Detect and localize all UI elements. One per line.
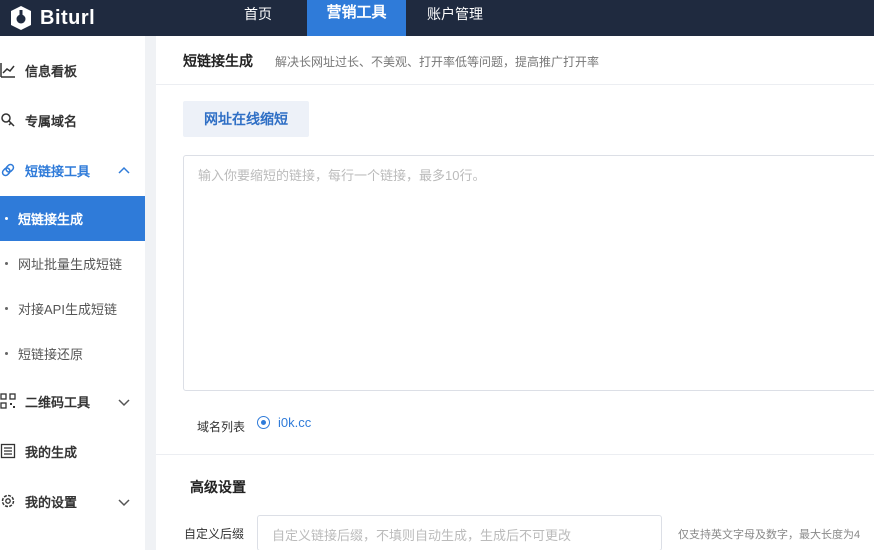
logo-icon [11,6,31,30]
sidebar: 信息看板 专属域名 短链接工具 短链接生成 网址批量生成短链 对接API生成短链… [0,36,145,550]
advanced-settings-title: 高级设置 [190,479,246,495]
sidebar-group-shortlink-tools[interactable]: 短链接工具 [0,148,145,193]
brand-logo[interactable]: Biturl [8,2,95,34]
page-header: 短链接生成 解决长网址过长、不美观、打开率低等问题，提高推广打开率 [156,36,874,85]
sidebar-item-label: 信息看板 [25,64,78,79]
page-title: 短链接生成 [183,53,253,69]
chevron-down-icon[interactable] [117,395,131,409]
bullet-icon [5,352,8,355]
nav-marketing-tools[interactable]: 营销工具 [307,0,406,37]
sidebar-subitem-batch[interactable]: 网址批量生成短链 [0,241,145,286]
link-icon [1,163,15,177]
bullet-icon [5,262,8,265]
domain-option-label[interactable]: i0k.cc [278,415,311,430]
sidebar-item-label: 我的设置 [25,495,78,510]
main-panel: 短链接生成 解决长网址过长、不美观、打开率低等问题，提高推广打开率 网址在线缩短… [156,36,874,550]
nav-account-management[interactable]: 账户管理 [414,0,496,36]
domain-radio[interactable] [257,416,270,429]
list-icon [0,443,16,459]
qrcode-icon [0,393,16,409]
sidebar-item-dashboard[interactable]: 信息看板 [0,48,145,93]
sidebar-subitem-generate[interactable]: 短链接生成 [0,196,145,241]
page-description: 解决长网址过长、不美观、打开率低等问题，提高推广打开率 [275,55,600,69]
sidebar-item-my-generated[interactable]: 我的生成 [0,429,145,474]
bullet-icon [5,217,8,220]
domain-list-label: 域名列表 [197,420,246,434]
sidebar-group-qrcode-tools[interactable]: 二维码工具 [0,379,145,424]
custom-suffix-label: 自定义后缀 [184,527,245,541]
chevron-down-icon[interactable] [117,495,131,509]
key-icon [1,113,15,127]
url-input[interactable]: 输入你要缩短的链接，每行一个链接，最多10行。 [183,155,874,391]
sidebar-subitem-label: 对接API生成短链 [18,302,117,317]
sidebar-subitem-label: 网址批量生成短链 [18,257,123,272]
custom-suffix-hint: 仅支持英文字母及数字，最大长度为4 [678,529,861,541]
sidebar-item-label: 我的生成 [25,445,78,460]
gear-icon [1,494,15,508]
custom-suffix-input[interactable]: 自定义链接后缀，不填则自动生成，生成后不可更改 [257,515,662,550]
sidebar-subitem-label: 短链接还原 [18,347,84,362]
sidebar-item-label: 短链接工具 [25,164,91,179]
chart-icon [0,63,15,78]
chevron-up-icon[interactable] [117,164,131,178]
nav-home[interactable]: 首页 [226,0,290,36]
tab-online-shorten[interactable]: 网址在线缩短 [183,101,309,137]
brand-name: Biturl [40,6,96,29]
sidebar-subitem-restore[interactable]: 短链接还原 [0,331,145,376]
section-divider [156,454,874,455]
sidebar-subitem-api[interactable]: 对接API生成短链 [0,286,145,331]
sidebar-subitem-label: 短链接生成 [18,212,84,227]
top-navbar: Biturl 首页 营销工具 账户管理 [0,0,874,37]
sidebar-item-label: 二维码工具 [25,395,91,410]
sidebar-item-label: 专属域名 [25,114,78,129]
sidebar-item-domains[interactable]: 专属域名 [0,98,145,143]
bullet-icon [5,307,8,310]
sidebar-group-my-settings[interactable]: 我的设置 [0,479,145,524]
